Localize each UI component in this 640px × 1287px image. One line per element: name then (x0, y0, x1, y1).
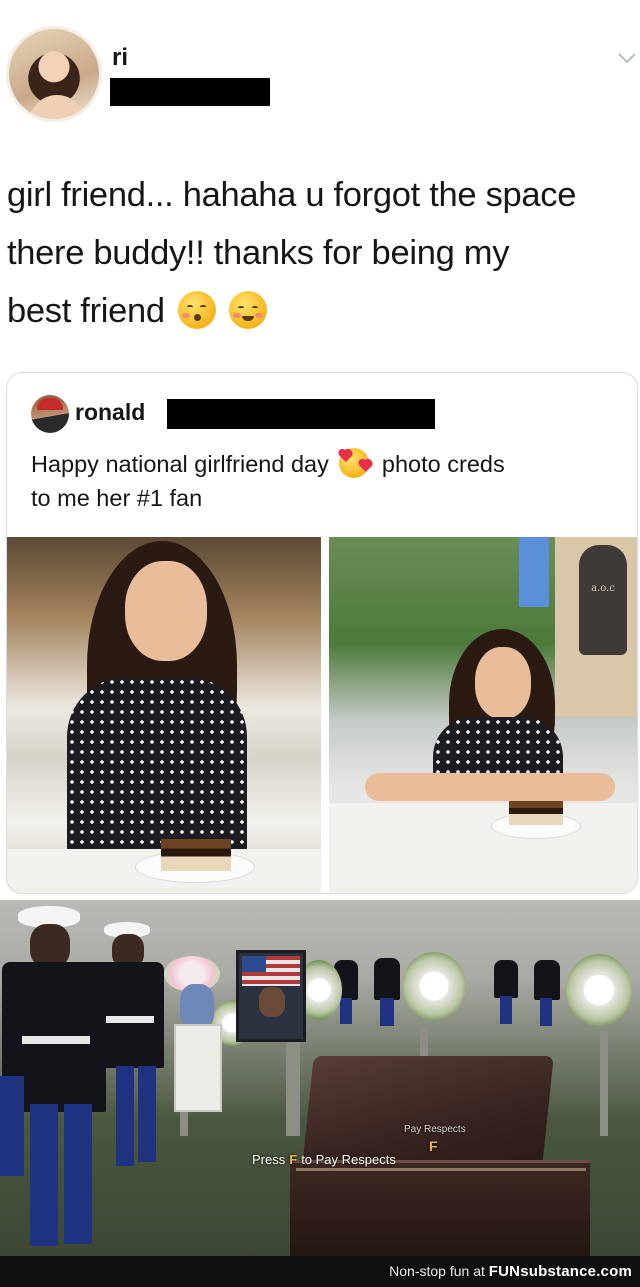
watermark-text: Non-stop fun at FUNsubstance.com (389, 1263, 632, 1280)
watermark-footer: Non-stop fun at FUNsubstance.com (0, 1256, 640, 1287)
quoted-avatar[interactable] (31, 395, 69, 433)
kissing-face-emoji (178, 291, 217, 329)
game-screenshot (0, 900, 640, 1256)
marine-pants (340, 998, 352, 1024)
emoji-mouth (194, 314, 202, 321)
avatar-shoulders (29, 95, 85, 119)
casket-box (290, 1160, 590, 1256)
marine-body (494, 960, 518, 998)
heart-icon (339, 449, 352, 463)
pay-respects-overlay-key[interactable]: F (429, 1138, 438, 1154)
tweet-line-2: there buddy!! thanks for being my (7, 234, 510, 272)
emoji-mouth (242, 316, 255, 321)
emoji-blush (255, 313, 264, 318)
marine-pants (30, 1104, 58, 1246)
quoted-author-name[interactable]: ronald (75, 399, 145, 426)
tweet-header: ri (0, 0, 640, 140)
memorial-portrait (236, 950, 306, 1042)
bottle-sign-label: a.o.c (591, 583, 615, 594)
pay-respects-prompt: Press Fto Pay Respects (252, 1152, 396, 1167)
redaction-bar (167, 399, 435, 429)
dress (67, 677, 247, 857)
marine-pants (0, 1076, 24, 1176)
watermark-brand[interactable]: FUNsubstance.com (489, 1263, 632, 1280)
casket-rail (296, 1168, 586, 1171)
bottle-sign (579, 545, 627, 655)
avatar[interactable] (6, 26, 102, 122)
flower-wreath (402, 952, 466, 1020)
redaction-bar (110, 78, 270, 106)
marine-pants (138, 1066, 156, 1162)
cake-slice (509, 801, 563, 825)
marine-pants (500, 996, 512, 1024)
tweet-text: girl friend... hahaha u forgot the space… (7, 166, 635, 340)
emoji-eye (187, 305, 194, 308)
marine-pants (380, 998, 394, 1026)
pay-respects-overlay-label: Pay Respects (404, 1124, 466, 1135)
emoji-eye (200, 305, 207, 308)
casket-lid (302, 1056, 554, 1166)
marine-body (90, 962, 164, 1068)
emoji-blush (233, 313, 242, 318)
emoji-eye (252, 306, 259, 309)
tweet-line-1: girl friend... hahaha u forgot the space (7, 176, 577, 214)
smiling-face-with-hearts-emoji (339, 448, 372, 478)
face (475, 647, 531, 719)
arms (365, 773, 615, 801)
emoji-eye (238, 306, 245, 309)
vase (180, 984, 214, 1024)
tree (600, 1016, 608, 1136)
prompt-prefix: Press (252, 1152, 286, 1167)
watermark-tagline: Non-stop fun at (389, 1263, 485, 1279)
avatar-cap (37, 398, 63, 410)
marine-pants (116, 1066, 134, 1166)
quoted-tweet-text: Happy national girlfriend day photo cred… (31, 447, 621, 515)
portrait-face (259, 987, 285, 1017)
flower-wreath (566, 954, 632, 1026)
photo-right[interactable]: a.o.c (329, 537, 637, 893)
marine-pants (540, 998, 552, 1026)
heart-icon (359, 459, 372, 473)
tweet-line-3-text: best friend (7, 292, 165, 330)
marine-pants (64, 1104, 92, 1244)
relieved-face-emoji (229, 291, 268, 329)
photo-left[interactable] (7, 537, 321, 893)
prompt-key[interactable]: F (289, 1152, 297, 1167)
table (329, 803, 637, 893)
prompt-suffix: to Pay Respects (301, 1152, 396, 1167)
marine-belt (106, 1016, 154, 1023)
cake-slice (161, 839, 231, 871)
quoted-tweet-card[interactable]: ronald Happy national girlfriend day pho… (6, 372, 638, 894)
marine-belt (22, 1036, 90, 1044)
tweet-line-3: best friend (7, 282, 635, 340)
emoji-blush (182, 313, 191, 318)
quoted-text-after-emoji: photo creds (381, 451, 505, 477)
chevron-down-icon[interactable] (618, 52, 636, 66)
sky (519, 537, 549, 607)
quoted-line-1: Happy national girlfriend day photo cred… (31, 447, 621, 481)
pedestal (174, 1024, 222, 1112)
face (125, 561, 207, 661)
quoted-line-2: to me her #1 fan (31, 485, 203, 511)
marine-body (534, 960, 560, 1000)
marine-body (374, 958, 400, 1000)
flag-stars (242, 956, 266, 972)
quoted-text-before-emoji: Happy national girlfriend day (31, 451, 329, 477)
author-name[interactable]: ri (112, 44, 128, 72)
